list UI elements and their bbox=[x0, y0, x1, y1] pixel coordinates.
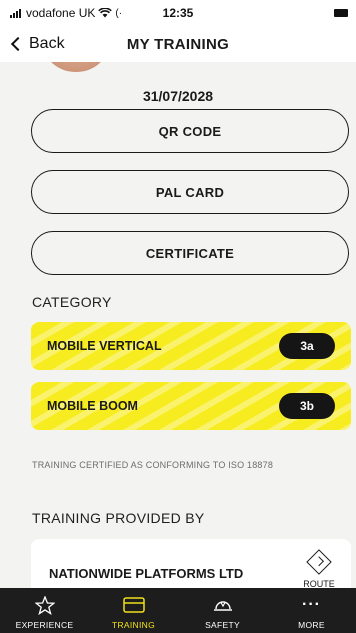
provider-heading: TRAINING PROVIDED BY bbox=[32, 510, 205, 526]
carrier-name: vodafone UK bbox=[26, 6, 96, 20]
star-icon bbox=[34, 595, 56, 615]
route-icon bbox=[306, 549, 332, 575]
expiry-date: 31/07/2028 bbox=[142, 88, 214, 104]
tab-safety[interactable]: SAFETY bbox=[178, 588, 267, 633]
tab-label: EXPERIENCE bbox=[15, 620, 74, 630]
helmet-icon bbox=[212, 596, 234, 614]
iso-certification-note: TRAINING CERTIFIED AS CONFORMING TO ISO … bbox=[32, 460, 274, 470]
bottom-tab-bar: EXPERIENCE TRAINING SAFETY ··· MORE bbox=[0, 588, 356, 633]
category-code-badge: 3b bbox=[279, 393, 335, 419]
more-dots-icon: ··· bbox=[302, 596, 321, 613]
tab-training[interactable]: TRAINING bbox=[89, 588, 178, 633]
category-code-badge: 3a bbox=[279, 333, 335, 359]
certificate-button[interactable]: CERTIFICATE bbox=[31, 231, 349, 275]
nav-bar: Back MY TRAINING bbox=[0, 26, 356, 62]
carrier-group: vodafone UK (· bbox=[10, 6, 122, 20]
category-card-mobile-boom: MOBILE BOOM 3b bbox=[31, 382, 351, 430]
category-name: MOBILE BOOM bbox=[47, 399, 138, 413]
tab-experience[interactable]: EXPERIENCE bbox=[0, 588, 89, 633]
category-heading: CATEGORY bbox=[32, 294, 112, 310]
signal-icon bbox=[10, 8, 21, 18]
chevron-left-icon bbox=[10, 36, 26, 52]
route-label: ROUTE bbox=[303, 579, 335, 588]
status-bar: vodafone UK (· 12:35 bbox=[0, 0, 356, 26]
qr-code-button[interactable]: QR CODE bbox=[31, 109, 349, 153]
tab-label: TRAINING bbox=[111, 620, 155, 630]
card-icon bbox=[122, 596, 145, 614]
status-time: 12:35 bbox=[162, 6, 194, 20]
loading-icon: (· bbox=[115, 7, 123, 19]
category-name: MOBILE VERTICAL bbox=[47, 339, 162, 353]
tab-label: MORE bbox=[298, 620, 325, 630]
battery-icon bbox=[334, 9, 348, 17]
main-content[interactable]: 31/07/2028 QR CODE PAL CARD CERTIFICATE … bbox=[0, 62, 356, 588]
provider-name: NATIONWIDE PLATFORMS LTD bbox=[49, 566, 244, 581]
avatar bbox=[45, 62, 107, 72]
tab-more[interactable]: ··· MORE bbox=[267, 588, 356, 633]
back-button[interactable]: Back bbox=[0, 35, 65, 53]
category-card-mobile-vertical: MOBILE VERTICAL 3a bbox=[31, 322, 351, 370]
wifi-icon bbox=[98, 8, 113, 18]
back-label: Back bbox=[29, 35, 65, 52]
provider-card: NATIONWIDE PLATFORMS LTD ROUTE bbox=[31, 539, 351, 588]
route-button[interactable]: ROUTE bbox=[299, 549, 339, 588]
tab-label: SAFETY bbox=[205, 620, 240, 630]
pal-card-button[interactable]: PAL CARD bbox=[31, 170, 349, 214]
